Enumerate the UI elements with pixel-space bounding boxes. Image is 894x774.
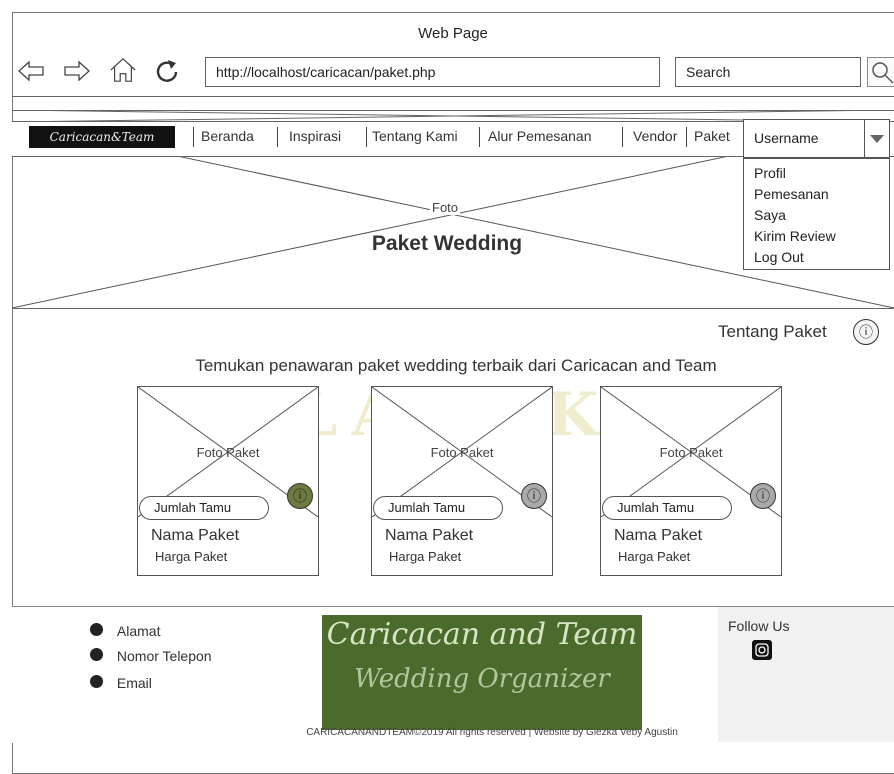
footer-phone[interactable]: Nomor Telepon: [90, 648, 212, 664]
forward-arrow-icon: [64, 60, 90, 82]
user-dropdown[interactable]: Username: [743, 119, 890, 158]
package-price: Harga Paket: [389, 549, 462, 564]
package-name: Nama Paket: [614, 527, 703, 544]
about-package-label: Tentang Paket: [718, 322, 827, 341]
hero-image-label: Foto: [430, 200, 461, 215]
package-image-label: Foto Paket: [430, 445, 494, 460]
guest-count-field[interactable]: Jumlah Tamu: [139, 496, 269, 520]
footer-phone-label: Nomor Telepon: [116, 648, 212, 664]
nav-separator: [686, 127, 687, 147]
info-icon: ⓘ: [756, 490, 770, 505]
info-icon: ⓘ: [527, 490, 541, 505]
nav-item-paket[interactable]: Paket: [694, 128, 730, 144]
tagline: Temukan penawaran paket wedding terbaik …: [195, 356, 717, 375]
footer-email-label: Email: [116, 675, 152, 691]
phone-icon: [90, 648, 103, 661]
info-icon: ⓘ: [293, 490, 307, 505]
package-card[interactable]: Foto Paket Jumlah Tamu ⓘ Nama Paket Harg…: [371, 386, 553, 576]
address-bar[interactable]: http://localhost/caricacan/paket.php: [205, 57, 660, 87]
info-icon: ⓘ: [859, 326, 873, 341]
user-dropdown-label: Username: [754, 130, 819, 146]
search-icon: [872, 62, 894, 84]
about-info-button[interactable]: ⓘ: [853, 319, 879, 345]
package-image-label: Foto Paket: [196, 445, 260, 460]
nav-item-alur-pemesanan[interactable]: Alur Pemesanan: [488, 128, 592, 144]
search-button[interactable]: [867, 57, 894, 87]
package-info-button[interactable]: ⓘ: [287, 483, 313, 509]
footer-email[interactable]: Email: [90, 675, 152, 691]
footer-logo: Caricacan and Team Wedding Organizer: [322, 615, 642, 730]
back-button[interactable]: [17, 57, 45, 85]
reload-icon: [156, 60, 178, 82]
copyright-text: CARICACANANDTEAM©2019 All rights reserve…: [306, 727, 678, 738]
dropdown-toggle[interactable]: [864, 120, 889, 157]
nav-item-vendor[interactable]: Vendor: [633, 128, 677, 144]
about-package-link[interactable]: Tentang Paket: [718, 322, 827, 342]
follow-us-label: Follow Us: [728, 618, 790, 634]
footer-logo-line1: Caricacan and Team: [326, 617, 638, 652]
hero-divider: [12, 308, 894, 309]
footer-logo-line2: Wedding Organizer: [354, 664, 610, 694]
nav-item-tentang-kami[interactable]: Tentang Kami: [372, 128, 458, 144]
nav-separator: [622, 127, 623, 147]
search-input[interactable]: Search: [675, 57, 861, 87]
instagram-icon: [755, 643, 769, 657]
email-icon: [90, 675, 103, 688]
package-image-label: Foto Paket: [659, 445, 723, 460]
nav-separator: [479, 127, 480, 147]
menu-item-profil[interactable]: Profil: [744, 163, 889, 184]
package-name: Nama Paket: [385, 527, 474, 544]
guest-count-field[interactable]: Jumlah Tamu: [373, 496, 503, 520]
dropdown-arrow-icon: [870, 135, 884, 143]
package-price: Harga Paket: [155, 549, 228, 564]
footer-address[interactable]: Alamat: [90, 623, 160, 639]
reload-button[interactable]: [154, 56, 182, 84]
package-price: Harga Paket: [618, 549, 691, 564]
page-title: Paket Wedding: [371, 232, 523, 255]
site-logo[interactable]: Caricacan&Team: [29, 126, 175, 148]
window-title: Web Page: [418, 25, 488, 42]
package-card[interactable]: Foto Paket Jumlah Tamu ⓘ Nama Paket Harg…: [137, 386, 319, 576]
home-button[interactable]: [109, 56, 137, 84]
nav-separator: [193, 127, 194, 147]
nav-item-inspirasi[interactable]: Inspirasi: [289, 128, 341, 144]
back-arrow-icon: [18, 60, 44, 82]
nav-item-beranda[interactable]: Beranda: [201, 128, 254, 144]
menu-item-saya[interactable]: Saya: [744, 205, 889, 226]
footer-address-label: Alamat: [116, 623, 161, 639]
forward-button[interactable]: [63, 57, 91, 85]
location-icon: [90, 623, 103, 636]
package-card[interactable]: Foto Paket Jumlah Tamu ⓘ Nama Paket Harg…: [600, 386, 782, 576]
home-icon: [110, 57, 136, 82]
guest-count-field[interactable]: Jumlah Tamu: [602, 496, 732, 520]
instagram-link[interactable]: [752, 640, 772, 660]
package-info-button[interactable]: ⓘ: [750, 483, 776, 509]
nav-separator: [366, 127, 367, 147]
toolbar-divider: [12, 96, 894, 97]
menu-item-pemesanan[interactable]: Pemesanan: [744, 184, 889, 205]
package-name: Nama Paket: [151, 527, 240, 544]
nav-separator: [277, 127, 278, 147]
package-info-button[interactable]: ⓘ: [521, 483, 547, 509]
